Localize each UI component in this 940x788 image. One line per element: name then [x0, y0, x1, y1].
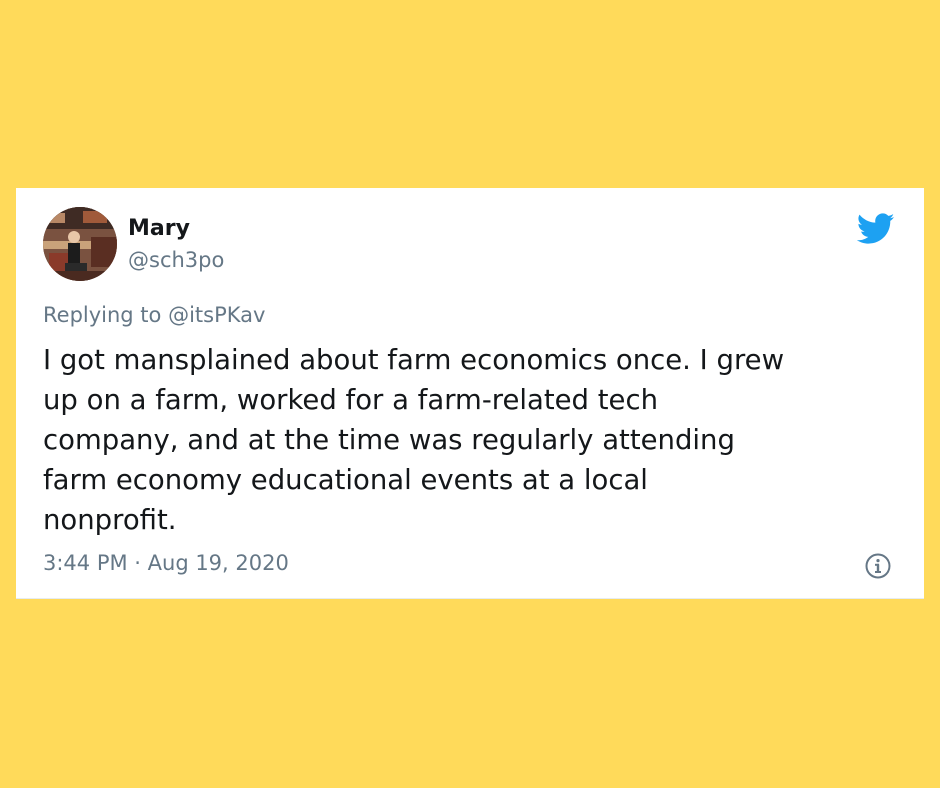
tweet-text-line: nonprofit. [43, 504, 177, 536]
tweet-text-line: farm economy educational events at a loc… [43, 464, 648, 496]
tweet-timestamp[interactable]: 3:44 PM · Aug 19, 2020 [43, 549, 289, 577]
reply-prefix: Replying to [43, 303, 162, 327]
tweet-text-line: I got mansplained about farm economics o… [43, 344, 785, 376]
avatar[interactable] [43, 207, 117, 281]
tweet-text-line: company, and at the time was regularly a… [43, 424, 735, 456]
info-icon[interactable] [864, 552, 892, 580]
author-handle[interactable]: @sch3po [128, 246, 224, 274]
tweet-text: I got mansplained about farm economics o… [43, 340, 903, 540]
author-display-name[interactable]: Mary [128, 215, 190, 243]
twitter-bird-icon[interactable] [856, 213, 895, 245]
tweet-card: Mary @sch3po Replying to @itsPKav I got … [16, 188, 924, 599]
reply-context: Replying to @itsPKav [43, 301, 265, 329]
avatar-photo [43, 207, 117, 281]
reply-mention-link[interactable]: @itsPKav [168, 303, 265, 327]
tweet-text-line: up on a farm, worked for a farm-related … [43, 384, 659, 416]
